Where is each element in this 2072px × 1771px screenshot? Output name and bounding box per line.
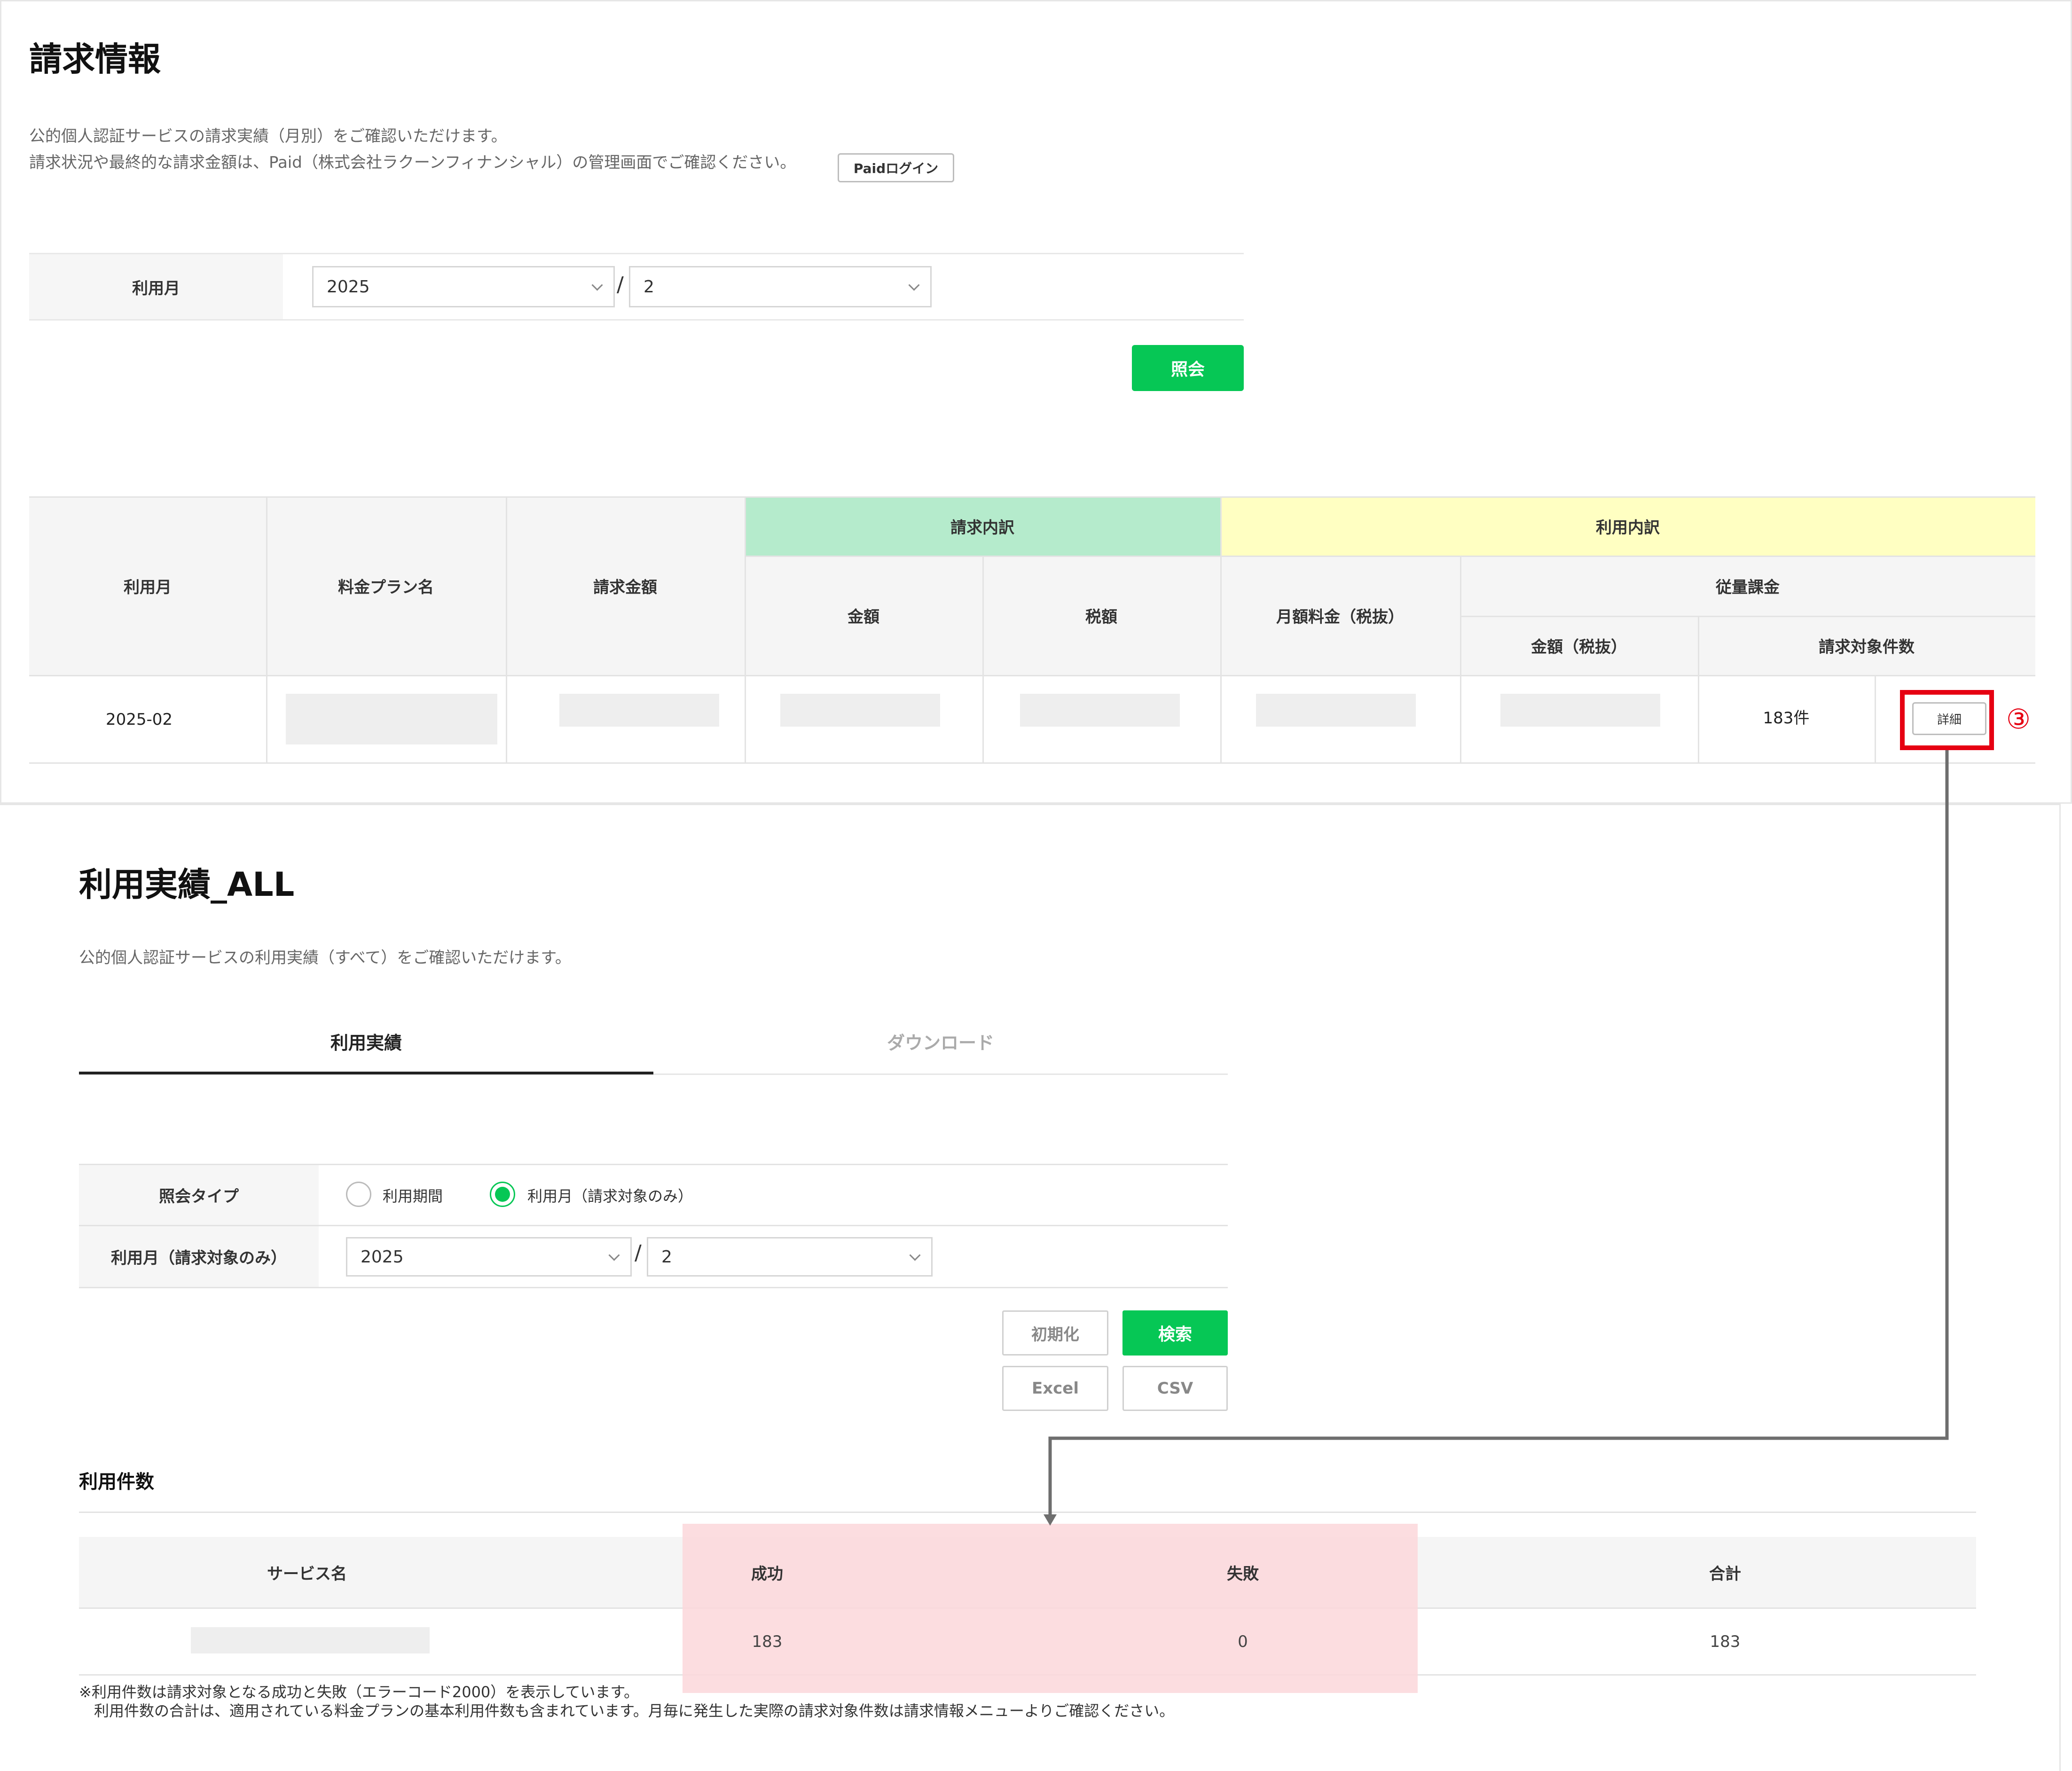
connector-arrow <box>1044 750 1949 1526</box>
